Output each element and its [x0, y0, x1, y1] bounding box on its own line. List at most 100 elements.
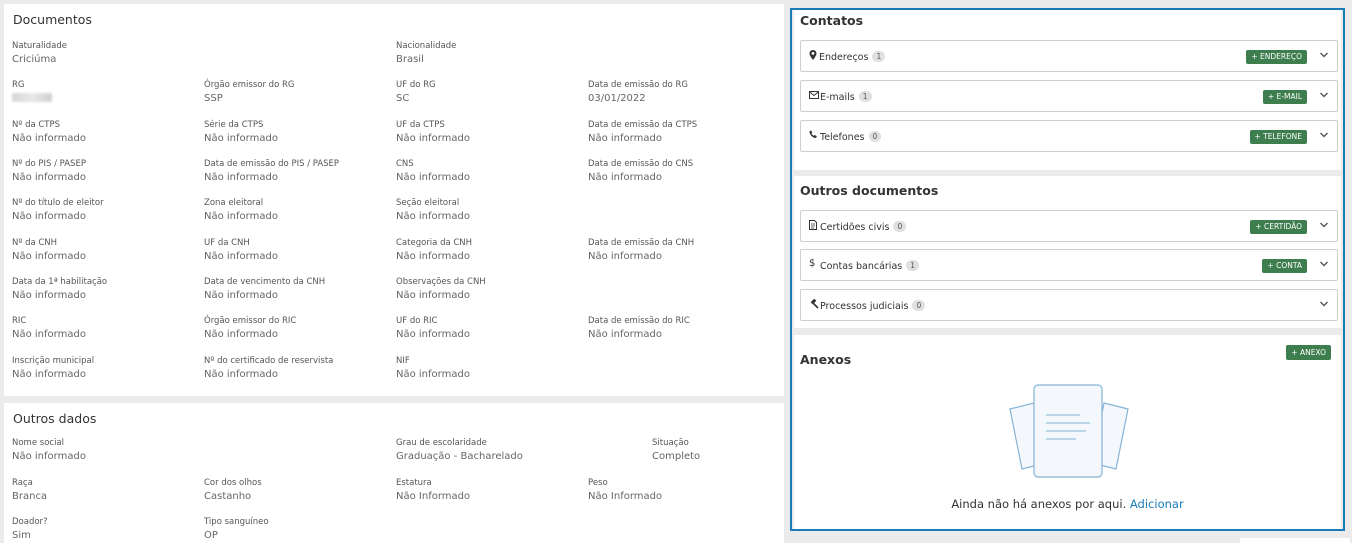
field-label: UF da CNH	[204, 238, 250, 248]
row-label-text: Processos judiciais	[820, 301, 909, 312]
field-label: Seção eleitoral	[396, 198, 460, 208]
field-nome-social: Nome social Não informado	[12, 438, 86, 462]
adicionar-link[interactable]: Adicionar	[1130, 497, 1184, 511]
field-pis-pasep-data: Data de emissão do PIS / PASEP Não infor…	[204, 159, 339, 183]
field-value-redacted	[12, 93, 52, 105]
field-primeira-habilitacao: Data da 1ª habilitação Não informado	[12, 277, 107, 301]
empty-text: Ainda não há anexos por aqui.	[951, 497, 1127, 511]
field-value: Não informado	[12, 172, 86, 183]
field-peso: Peso Não Informado	[588, 478, 662, 502]
field-ric-uf: UF do RIC Não informado	[396, 316, 470, 340]
contatos-row-enderecos[interactable]: Endereços 1 + ENDEREÇO	[800, 40, 1338, 72]
chevron-down-icon[interactable]	[1319, 259, 1329, 269]
field-value: Criciúma	[12, 54, 57, 65]
field-label: Zona eleitoral	[204, 198, 264, 208]
field-label: Doador?	[12, 517, 48, 527]
field-value: Não Informado	[588, 491, 663, 502]
document-icon	[809, 220, 817, 233]
row-label-text: E-mails	[820, 92, 855, 103]
envelope-icon	[809, 91, 819, 102]
field-label: Órgão emissor do RIC	[204, 316, 297, 326]
field-titulo-eleitor: Nº do título de eleitor Não informado	[12, 198, 104, 222]
outros-dados-title: Outros dados	[13, 411, 97, 426]
field-label: Raça	[12, 478, 33, 488]
field-label: Nº da CNH	[12, 238, 58, 248]
field-value: Não informado	[396, 290, 470, 301]
documentos-panel: Documentos Naturalidade Criciúma Naciona…	[4, 4, 784, 396]
field-situacao: Situação Completo	[652, 438, 700, 462]
empty-documents-icon	[1009, 384, 1129, 478]
outros-docs-row-contas[interactable]: $ Contas bancárias 1 + CONTA	[800, 249, 1338, 281]
add-endereco-button[interactable]: + ENDEREÇO	[1246, 50, 1307, 64]
contatos-panel: Contatos Endereços 1 + ENDEREÇO E-mails 1 …	[794, 10, 1341, 170]
field-label: RG	[12, 80, 25, 90]
outros-docs-row-certidoes[interactable]: Certidões civis 0 + CERTIDÃO	[800, 210, 1338, 242]
dollar-icon: $	[809, 258, 816, 269]
field-value: Não informado	[588, 329, 662, 340]
contatos-row-telefones[interactable]: Telefones 0 + TELEFONE	[800, 120, 1338, 152]
field-label: Nº do certificado de reservista	[204, 356, 334, 366]
field-cor-olhos: Cor dos olhos Castanho	[204, 478, 262, 502]
field-label: Data de emissão do CNS	[588, 159, 694, 169]
field-secao-eleitoral: Seção eleitoral Não informado	[396, 198, 470, 222]
count-badge: 1	[872, 51, 886, 62]
field-label: UF do RG	[396, 80, 436, 90]
field-naturalidade: Naturalidade Criciúma	[12, 41, 67, 65]
chevron-down-icon[interactable]	[1319, 50, 1329, 60]
field-value: Não informado	[12, 133, 86, 144]
field-label: Peso	[588, 478, 608, 488]
field-value: Não informado	[204, 133, 278, 144]
field-orgao-emissor-rg: Órgão emissor do RG SSP	[204, 80, 294, 104]
row-label-text: Telefones	[820, 132, 865, 143]
field-grau-escolaridade: Grau de escolaridade Graduação - Bachare…	[396, 438, 523, 462]
field-value: Não informado	[396, 211, 470, 222]
field-zona-eleitoral: Zona eleitoral Não informado	[204, 198, 278, 222]
field-value: SSP	[204, 93, 223, 104]
row-label: Telefones 0	[820, 131, 882, 143]
add-email-button[interactable]: + E-MAIL	[1262, 90, 1307, 104]
add-conta-button[interactable]: + CONTA	[1262, 259, 1307, 273]
field-label: Grau de escolaridade	[396, 438, 487, 448]
field-label: Inscrição municipal	[12, 356, 95, 366]
field-cns-data: Data de emissão do CNS Não informado	[588, 159, 693, 183]
field-cnh-uf: UF da CNH Não informado	[204, 238, 278, 262]
field-value: Brasil	[396, 54, 424, 65]
field-ctps-data-emissao: Data de emissão da CTPS Não informado	[588, 120, 697, 144]
field-cnh-numero: Nº da CNH Não informado	[12, 238, 86, 262]
chevron-down-icon[interactable]	[1319, 299, 1329, 309]
field-value: Sim	[12, 530, 31, 541]
field-value: Não informado	[204, 251, 278, 262]
field-value: Não informado	[12, 369, 86, 380]
outros-docs-row-processos[interactable]: Processos judiciais 0	[800, 289, 1338, 321]
field-label: Nº do título de eleitor	[12, 198, 104, 208]
row-label: Contas bancárias 1	[820, 260, 919, 272]
chevron-down-icon[interactable]	[1319, 90, 1329, 100]
contatos-row-emails[interactable]: E-mails 1 + E-MAIL	[800, 80, 1338, 112]
documentos-title: Documentos	[13, 12, 92, 27]
field-value: Não informado	[12, 290, 86, 301]
row-label: E-mails 1	[820, 91, 872, 103]
anexos-title: Anexos	[800, 352, 852, 367]
right-column: Contatos Endereços 1 + ENDEREÇO E-mails 1 …	[790, 8, 1345, 531]
redacted-value	[12, 93, 52, 102]
field-estatura: Estatura Não Informado	[396, 478, 470, 502]
chevron-down-icon[interactable]	[1319, 220, 1329, 230]
field-label: UF da CTPS	[396, 120, 445, 130]
add-anexo-button[interactable]: + ANEXO	[1286, 345, 1331, 360]
field-value: OP	[204, 530, 218, 541]
field-value: 03/01/2022	[588, 93, 646, 104]
add-certidao-button[interactable]: + CERTIDÃO	[1250, 220, 1307, 234]
field-doador: Doador? Sim	[12, 517, 48, 541]
field-label: Situação	[652, 438, 689, 448]
field-label: Observações da CNH	[396, 277, 486, 287]
field-label: Tipo sanguíneo	[204, 517, 269, 527]
add-telefone-button[interactable]: + TELEFONE	[1249, 130, 1307, 144]
field-value: Não informado	[396, 329, 470, 340]
map-marker-icon	[809, 50, 817, 63]
field-value: Não informado	[12, 329, 86, 340]
chevron-down-icon[interactable]	[1319, 130, 1329, 140]
row-label: Endereços 1	[819, 51, 886, 63]
field-certificado-reservista: Nº do certificado de reservista Não info…	[204, 356, 333, 380]
field-value: SC	[396, 93, 410, 104]
row-label: Processos judiciais 0	[820, 300, 926, 312]
